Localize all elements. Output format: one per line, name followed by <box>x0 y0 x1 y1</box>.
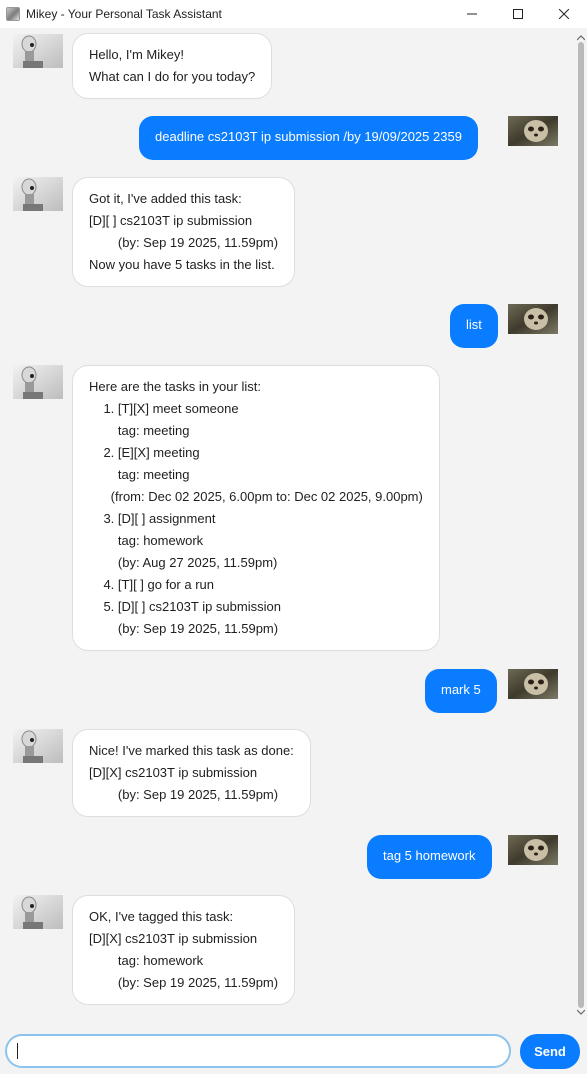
maximize-button[interactable] <box>495 0 541 28</box>
input-bar: Send <box>0 1022 587 1074</box>
message-line: 4. [T][ ] go for a run <box>89 577 214 592</box>
robot-avatar <box>13 177 63 211</box>
robot-avatar <box>13 34 63 68</box>
message-line: Hello, I'm Mikey! <box>89 47 184 62</box>
robot-avatar <box>13 729 63 763</box>
message-bubble: list <box>450 304 498 348</box>
message-line: 1. [T][X] meet someone <box>89 401 239 416</box>
app-icon <box>6 7 20 21</box>
sloth-avatar <box>508 304 558 338</box>
window-controls <box>449 0 587 28</box>
message-line: tag: homework <box>89 953 204 968</box>
minimize-button[interactable] <box>449 0 495 28</box>
message-bubble: deadline cs2103T ip submission /by 19/09… <box>139 116 478 160</box>
message-bubble: Got it, I've added this task: [D][ ] cs2… <box>72 177 296 287</box>
message-line: [D][ ] cs2103T ip submission <box>89 213 253 228</box>
message-line: mark 5 <box>441 682 481 697</box>
title-bar: Mikey - Your Personal Task Assistant <box>0 0 587 28</box>
message-bubble: Here are the tasks in your list: 1. [T][… <box>72 365 440 651</box>
minimize-icon <box>467 13 477 15</box>
message-line: tag: meeting <box>89 423 190 438</box>
message-line: (by: Sep 19 2025, 11.59pm) <box>89 235 279 250</box>
message-input[interactable] <box>5 1034 511 1068</box>
message-line: tag: homework <box>89 533 204 548</box>
sloth-avatar <box>508 835 558 869</box>
message-line: 2. [E][X] meeting <box>89 445 200 460</box>
message-line: (from: Dec 02 2025, 6.00pm to: Dec 02 20… <box>89 489 423 504</box>
message-line: [D][X] cs2103T ip submission <box>89 931 258 946</box>
robot-avatar <box>13 365 63 399</box>
message-line: tag 5 homework <box>383 848 476 863</box>
close-button[interactable] <box>541 0 587 28</box>
robot-avatar <box>13 895 63 929</box>
message-line: Now you have 5 tasks in the list. <box>89 257 275 272</box>
message-line: (by: Aug 27 2025, 11.59pm) <box>89 555 278 570</box>
message-bubble: mark 5 <box>425 669 497 713</box>
message-line: [D][X] cs2103T ip submission <box>89 765 258 780</box>
sloth-avatar <box>508 116 558 150</box>
message-line: list <box>466 317 482 332</box>
send-button[interactable]: Send <box>520 1034 580 1069</box>
chevron-down-icon <box>577 1009 585 1015</box>
scroll-up-button[interactable] <box>577 34 585 42</box>
message-line: (by: Sep 19 2025, 11.59pm) <box>89 975 279 990</box>
message-line: Nice! I've marked this task as done: <box>89 743 294 758</box>
maximize-icon <box>513 9 523 19</box>
sloth-avatar <box>508 669 558 703</box>
message-line: What can I do for you today? <box>89 69 256 84</box>
message-line: 5. [D][ ] cs2103T ip submission <box>89 599 281 614</box>
message-line: OK, I've tagged this task: <box>89 909 234 924</box>
message-bubble: OK, I've tagged this task: [D][X] cs2103… <box>72 895 296 1005</box>
message-bubble: Nice! I've marked this task as done: [D]… <box>72 729 311 817</box>
close-icon <box>559 9 569 19</box>
message-line: 3. [D][ ] assignment <box>89 511 216 526</box>
message-line: tag: meeting <box>89 467 190 482</box>
message-line: Here are the tasks in your list: <box>89 379 261 394</box>
window-title: Mikey - Your Personal Task Assistant <box>26 7 222 21</box>
scroll-thumb[interactable] <box>578 42 584 1008</box>
vertical-scrollbar[interactable] <box>575 28 587 1022</box>
message-line: (by: Sep 19 2025, 11.59pm) <box>89 621 279 636</box>
message-bubble: tag 5 homework <box>367 835 492 879</box>
message-line: (by: Sep 19 2025, 11.59pm) <box>89 787 279 802</box>
message-bubble: Hello, I'm Mikey! What can I do for you … <box>72 33 273 99</box>
chevron-up-icon <box>577 35 585 41</box>
text-caret <box>17 1043 18 1059</box>
scroll-down-button[interactable] <box>577 1008 585 1016</box>
message-line: deadline cs2103T ip submission /by 19/09… <box>155 129 462 144</box>
message-line: Got it, I've added this task: <box>89 191 242 206</box>
chat-area[interactable]: Hello, I'm Mikey! What can I do for you … <box>0 28 575 1022</box>
